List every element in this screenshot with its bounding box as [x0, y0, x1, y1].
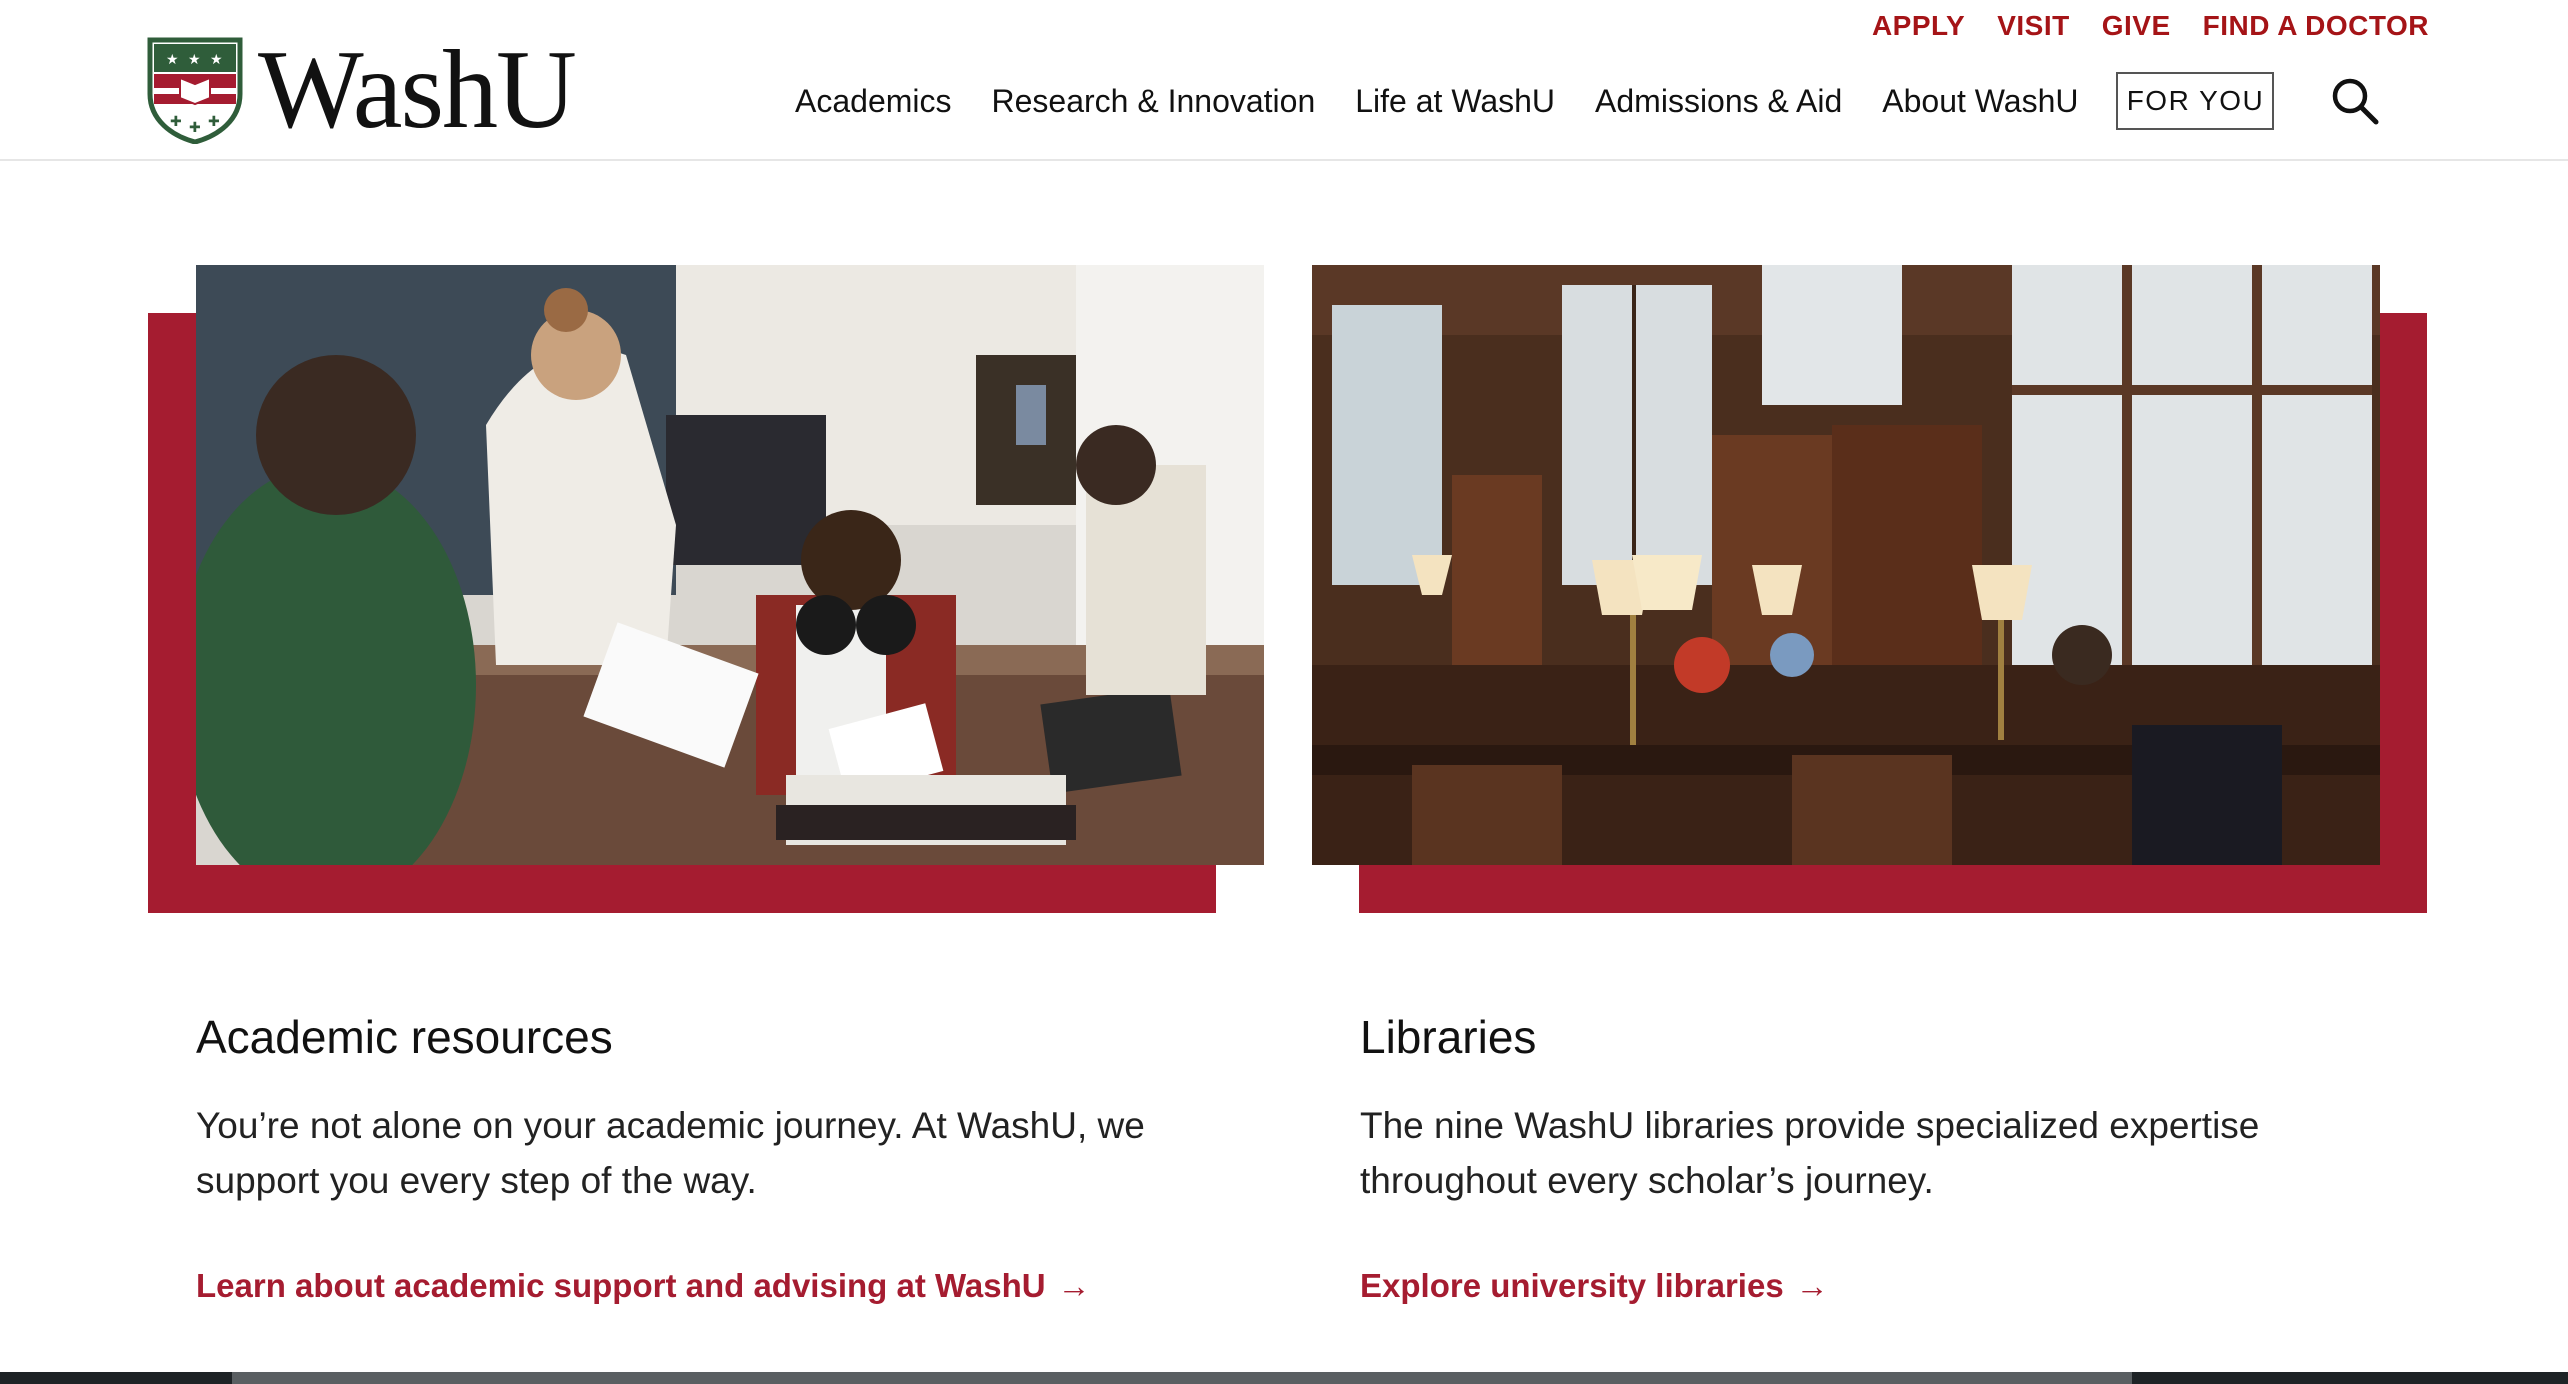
- card-description-libraries: The nine WashU libraries provide special…: [1360, 1105, 2260, 1201]
- main-nav: Academics Research & Innovation Life at …: [795, 72, 2380, 130]
- svg-text:✚: ✚: [208, 114, 220, 130]
- utility-link-give[interactable]: GIVE: [2102, 10, 2171, 42]
- link-explore-libraries[interactable]: Explore university libraries →: [1360, 1267, 1829, 1305]
- utility-link-apply[interactable]: APPLY: [1872, 10, 1965, 42]
- svg-text:★: ★: [188, 52, 201, 68]
- logo-link[interactable]: ★ ★ ★ ✚ ✚ ✚ WashU: [146, 28, 577, 152]
- link-academic-support[interactable]: Learn about academic support and advisin…: [196, 1267, 1091, 1305]
- nav-item-admissions-aid[interactable]: Admissions & Aid: [1595, 83, 1842, 120]
- nav-item-academics[interactable]: Academics: [795, 83, 952, 120]
- site-header: ★ ★ ★ ✚ ✚ ✚ WashU APPLY VISIT GIVE FIND …: [0, 0, 2568, 161]
- academic-resources-photo: [196, 265, 1264, 865]
- card-title-academic-resources: Academic resources: [196, 1011, 613, 1063]
- arrow-right-icon: →: [1057, 1267, 1091, 1304]
- arrow-right-icon: →: [1795, 1267, 1829, 1304]
- link-text: Learn about academic support and advisin…: [196, 1267, 1046, 1304]
- nav-item-about-washu[interactable]: About WashU: [1882, 83, 2078, 120]
- nav-item-life-at-washu[interactable]: Life at WashU: [1355, 83, 1555, 120]
- bottom-strip: [0, 1372, 2568, 1384]
- search-icon[interactable]: [2330, 76, 2380, 126]
- utility-nav: APPLY VISIT GIVE FIND A DOCTOR: [1872, 10, 2429, 42]
- utility-link-find-a-doctor[interactable]: FIND A DOCTOR: [2203, 10, 2429, 42]
- libraries-photo: [1312, 265, 2380, 865]
- logo-wordmark: WashU: [258, 28, 577, 152]
- utility-link-visit[interactable]: VISIT: [1997, 10, 2070, 42]
- svg-text:★: ★: [210, 52, 223, 68]
- for-you-button[interactable]: FOR YOU: [2116, 72, 2275, 130]
- card-description-academic-resources: You’re not alone on your academic journe…: [196, 1105, 1145, 1201]
- washu-shield-icon: ★ ★ ★ ✚ ✚ ✚: [147, 37, 243, 144]
- svg-text:✚: ✚: [170, 114, 182, 130]
- link-text: Explore university libraries: [1360, 1267, 1784, 1304]
- svg-text:✚: ✚: [189, 120, 201, 136]
- bottom-strip-center: [232, 1372, 2132, 1384]
- card-title-libraries: Libraries: [1360, 1011, 1537, 1063]
- nav-item-research-innovation[interactable]: Research & Innovation: [992, 83, 1316, 120]
- svg-text:★: ★: [166, 52, 179, 68]
